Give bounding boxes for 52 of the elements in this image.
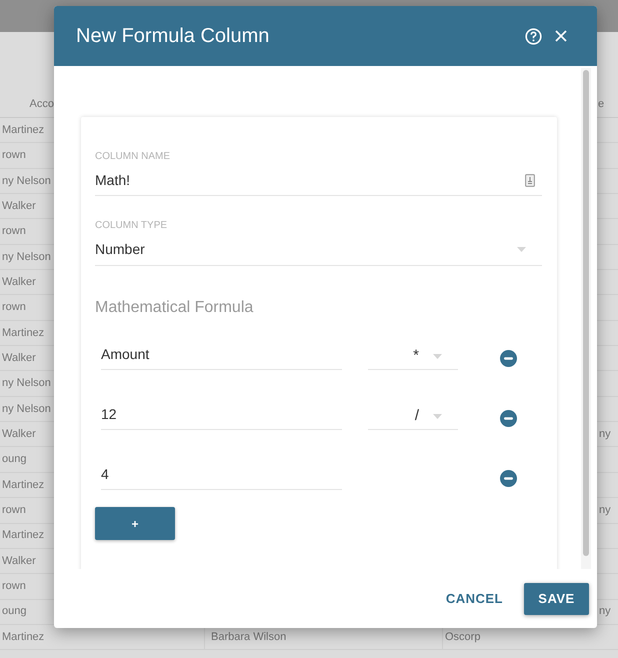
save-button[interactable]: SAVE — [524, 582, 589, 614]
table-cell-text: ny Nelson — [2, 376, 51, 392]
dropdown-caret-icon — [433, 354, 442, 359]
dropdown-caret-icon — [433, 414, 442, 419]
add-row-button[interactable]: + — [95, 507, 175, 540]
operand-field[interactable]: 4 — [101, 464, 342, 490]
table-cell-text: Martinez — [2, 326, 44, 341]
table-cell-text: rown — [2, 148, 26, 164]
operand-field[interactable]: Amount — [101, 344, 342, 370]
dialog-title: New Formula Column — [76, 24, 270, 49]
column-header: Acco — [28, 97, 54, 112]
table-cell-text: rown — [2, 300, 26, 316]
document-icon — [525, 174, 535, 187]
table-cell-text: Martinez — [2, 630, 44, 645]
table-cell-text: oung — [2, 452, 26, 468]
table-cell-text: Martinez — [2, 122, 44, 138]
operator-select[interactable]: * — [368, 348, 458, 370]
table-cell-text: Martinez — [2, 478, 44, 493]
table-cell-text: rown — [2, 579, 26, 594]
remove-icon[interactable] — [500, 410, 517, 427]
table-cell-text: Walker — [2, 198, 36, 214]
table-cell-text: oung — [2, 604, 26, 620]
field-label: COLUMN TYPE — [95, 219, 168, 233]
remove-icon[interactable] — [500, 350, 517, 367]
table-cell-text: ny Nelson — [2, 402, 51, 417]
column-name-field[interactable]: Math! — [95, 170, 542, 191]
table-cell-text: rown — [2, 503, 26, 518]
help-icon[interactable] — [525, 28, 542, 44]
table-cell: ny — [599, 605, 611, 618]
operator-select[interactable]: / — [368, 408, 458, 430]
table-cell-text: ny Nelson — [2, 174, 51, 189]
table-cell-text: ny Nelson — [2, 250, 51, 265]
dropdown-caret-icon — [517, 247, 526, 252]
section-heading: Mathematical Formula — [95, 298, 254, 318]
close-icon[interactable] — [555, 30, 567, 42]
column-type-select[interactable]: Number — [95, 239, 542, 260]
remove-icon[interactable] — [500, 470, 517, 487]
table-cell-text: Oscorp — [445, 630, 480, 645]
operand-field[interactable]: 12 — [101, 404, 342, 430]
table-cell: ny — [599, 504, 611, 516]
table-cell-text: Barbara Wilson — [211, 630, 286, 645]
table-cell-text: Walker — [2, 351, 36, 366]
table-cell-text: Walker — [2, 554, 36, 569]
field-label: COLUMN NAME — [95, 150, 172, 164]
table-cell-text: Walker — [2, 274, 36, 290]
cancel-button[interactable]: CANCEL — [446, 588, 503, 608]
table-cell-text: rown — [2, 224, 26, 240]
scrollbar[interactable] — [581, 68, 591, 569]
table-cell-text: Walker — [2, 427, 36, 442]
table-cell-text: Martinez — [2, 528, 44, 544]
table-cell: ny — [599, 428, 611, 440]
column-header: e — [597, 97, 604, 112]
